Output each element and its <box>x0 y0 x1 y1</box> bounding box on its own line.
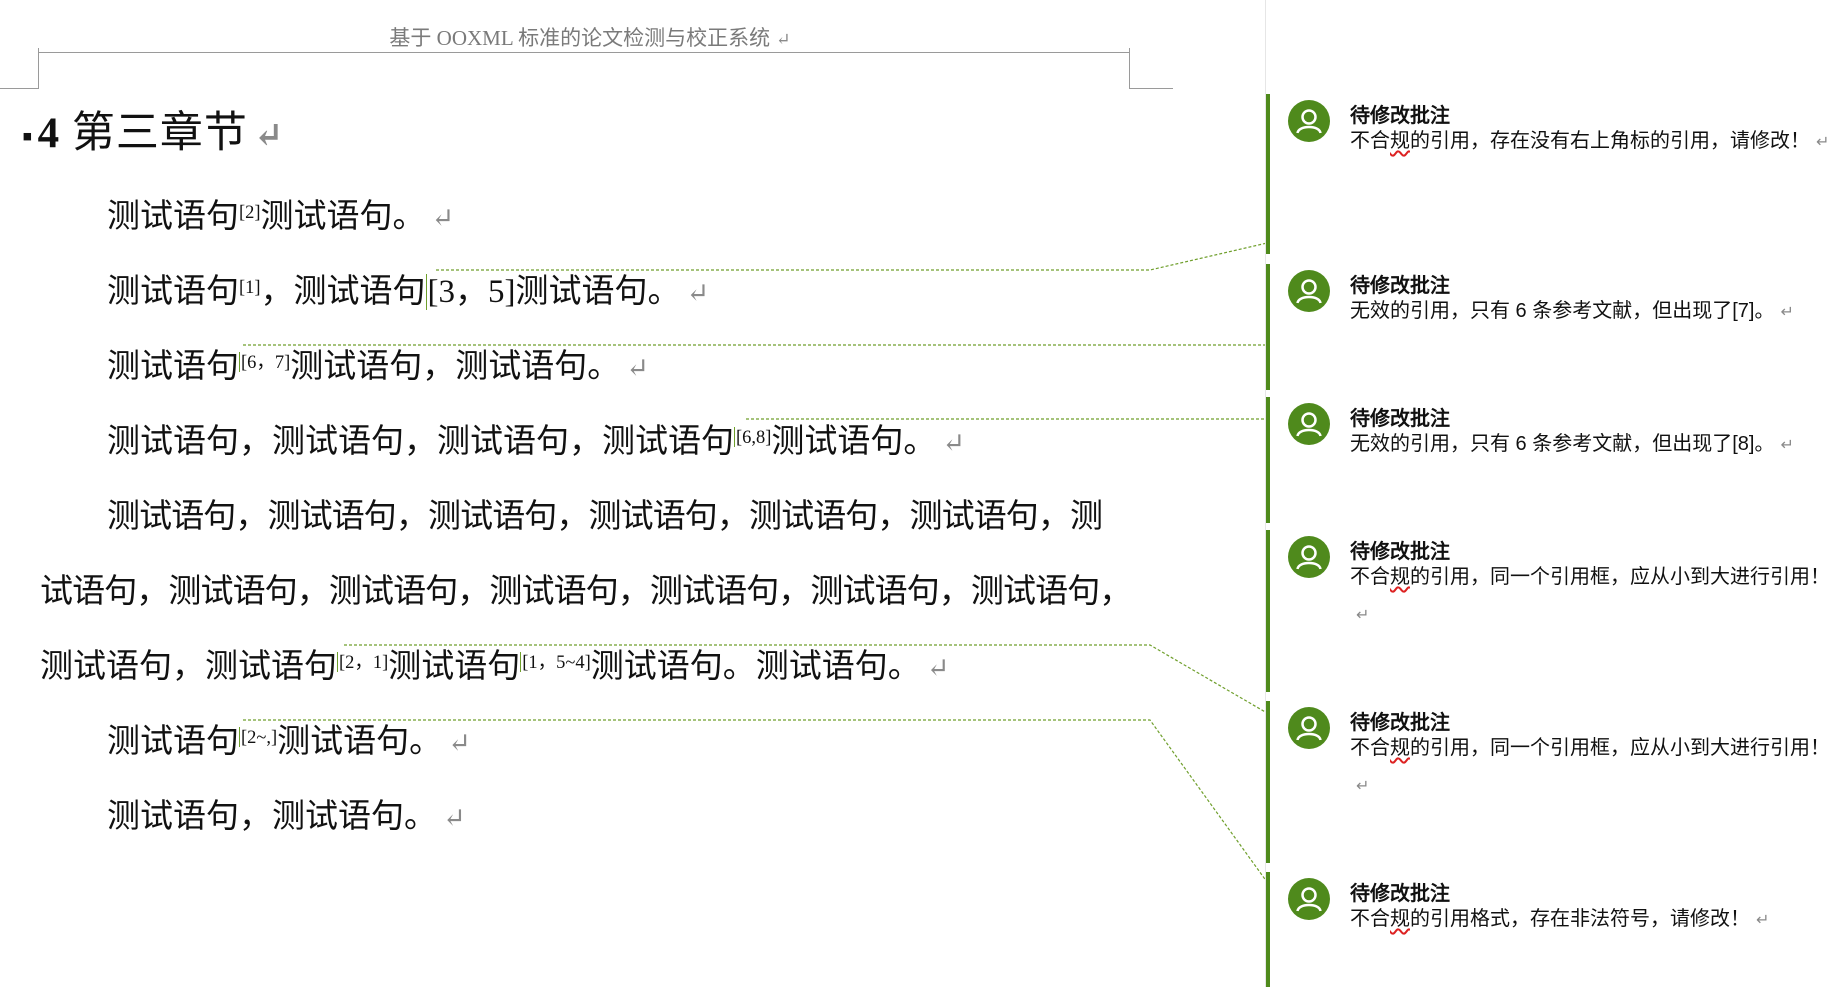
comment-card[interactable]: 待修改批注 不合规的引用，存在没有右上角标的引用，请修改！ ↵ <box>1266 94 1844 254</box>
paragraph-mark-icon: ↵ <box>942 428 966 458</box>
crop-mark-right-vertical <box>1129 48 1130 88</box>
comment-text-run: 不合 <box>1350 908 1390 930</box>
chapter-heading[interactable]: ▪4 第三章节 ↵ <box>22 98 284 160</box>
spellcheck-squiggle: 规 <box>1390 130 1410 152</box>
user-avatar-icon <box>1288 403 1330 445</box>
text-run: 测试语句 <box>107 724 239 760</box>
comment-text-run: 不合 <box>1350 737 1390 759</box>
text-run: 测试语句 <box>388 649 521 685</box>
comment-card[interactable]: 待修改批注 不合规的引用，同一个引用框，应从小到大进行引用！↵ <box>1266 701 1844 863</box>
crop-mark-right-horizontal <box>1129 88 1173 89</box>
paragraph-mark-icon: ↵ <box>1356 607 1370 624</box>
body-line-7[interactable]: 测试语句，测试语句 [2，1]测试语句 [1，5~4]测试语句。测试语句。 ↵ <box>40 647 949 688</box>
text-run: 测试语句，测试语句。 <box>107 799 437 835</box>
text-run: 测试语句。 <box>277 724 443 760</box>
paragraph-mark-icon: ↵ <box>1756 912 1770 929</box>
comment-text[interactable]: 不合规的引用格式，存在非法符号，请修改！ ↵ <box>1350 901 1835 939</box>
comments-pane[interactable]: 待修改批注 不合规的引用，存在没有右上角标的引用，请修改！ ↵ 待修改批注 无效的… <box>1265 0 1844 987</box>
text-run: 测试语句。测试语句。 <box>590 649 921 685</box>
heading-number: 4 <box>37 110 61 157</box>
paragraph-mark-icon: ↵ <box>926 653 950 683</box>
commented-citation-superscript[interactable]: [6,8] <box>734 427 772 448</box>
crop-mark-left-vertical <box>38 48 39 88</box>
comment-text[interactable]: 不合规的引用，同一个引用框，应从小到大进行引用！ ↵ <box>1350 559 1835 634</box>
text-run: 测试语句，测试语句，测试语句，测试语句 <box>107 424 734 460</box>
text-run: 试语句，测试语句，测试语句，测试语句，测试语句，测试语句，测试语句， <box>40 574 1132 610</box>
citation-superscript: [2] <box>239 202 261 223</box>
comment-text-run: 的引用格式，存在非法符号，请修改！ <box>1410 908 1750 930</box>
text-run: 测试语句 <box>107 274 239 310</box>
body-line-5[interactable]: 测试语句，测试语句，测试语句，测试语句，测试语句，测试语句，测 <box>107 497 1103 537</box>
comment-text[interactable]: 无效的引用，只有 6 条参考文献，但出现了[7]。 ↵ <box>1350 293 1844 331</box>
user-avatar-icon <box>1288 100 1330 142</box>
heading-title: 第三章节 <box>71 110 248 157</box>
body-line-6[interactable]: 试语句，测试语句，测试语句，测试语句，测试语句，测试语句，测试语句， <box>40 572 1132 612</box>
comment-text-run: 不合 <box>1350 566 1390 588</box>
paragraph-mark-icon: ↵ <box>1816 134 1830 151</box>
body-line-4[interactable]: 测试语句，测试语句，测试语句，测试语句 [6,8]测试语句。 ↵ <box>107 422 965 463</box>
commented-citation-superscript[interactable]: [2，1] <box>337 652 389 673</box>
commented-citation-superscript[interactable]: [6，7] <box>239 352 291 373</box>
paragraph-mark-icon: ↵ <box>431 203 455 233</box>
paragraph-mark-icon: ↵ <box>1780 304 1794 321</box>
text-run: 测试语句。 <box>260 199 426 235</box>
header-border-line <box>38 52 1130 53</box>
comment-card[interactable]: 待修改批注 不合规的引用格式，存在非法符号，请修改！ ↵ <box>1266 872 1844 987</box>
body-line-1[interactable]: 测试语句[2]测试语句。 ↵ <box>107 197 454 238</box>
text-run: 测试语句。 <box>771 424 937 460</box>
user-avatar-icon <box>1288 878 1330 920</box>
page-header: 基于 OOXML 标准的论文检测与校正系统 ↵ <box>0 22 1180 52</box>
user-avatar-icon <box>1288 536 1330 578</box>
body-line-3[interactable]: 测试语句 [6，7]测试语句，测试语句。 ↵ <box>107 347 649 388</box>
text-run: 测试语句 <box>107 199 239 235</box>
spellcheck-squiggle: 规 <box>1390 737 1410 759</box>
comment-card[interactable]: 待修改批注 无效的引用，只有 6 条参考文献，但出现了[8]。 ↵ <box>1266 397 1844 523</box>
body-line-2[interactable]: 测试语句[1]，测试语句[3，5]测试语句。 ↵ <box>107 272 709 313</box>
comment-text-run: 无效的引用，只有 6 条参考文献，但出现了[7]。 <box>1350 300 1775 322</box>
comment-text-run: 无效的引用，只有 6 条参考文献，但出现了[8]。 <box>1350 433 1775 455</box>
body-line-8[interactable]: 测试语句 [2~,]测试语句。 ↵ <box>107 722 471 763</box>
text-run: 测试语句，测试语句 <box>40 649 337 685</box>
comment-text[interactable]: 不合规的引用，同一个引用框，应从小到大进行引用！ ↵ <box>1350 730 1835 805</box>
user-avatar-icon <box>1288 270 1330 312</box>
paragraph-mark-icon: ↵ <box>626 353 649 383</box>
comment-card[interactable]: 待修改批注 不合规的引用，同一个引用框，应从小到大进行引用！↵ <box>1266 530 1844 692</box>
citation-superscript: [1] <box>239 277 261 298</box>
paragraph-mark-icon: ↵ <box>443 803 466 833</box>
comment-text[interactable]: 无效的引用，只有 6 条参考文献，但出现了[8]。 ↵ <box>1350 426 1844 464</box>
comment-text-run: 的引用，存在没有右上角标的引用，请修改！ <box>1410 130 1810 152</box>
user-avatar-icon <box>1288 707 1330 749</box>
comment-card[interactable]: 待修改批注 无效的引用，只有 6 条参考文献，但出现了[7]。 ↵ <box>1266 264 1844 390</box>
commented-citation-inline[interactable]: [3，5] <box>425 274 516 310</box>
text-run: 测试语句，测试语句，测试语句，测试语句，测试语句，测试语句，测 <box>107 499 1103 535</box>
comment-text-run: 不合 <box>1350 130 1390 152</box>
document-page[interactable]: 基于 OOXML 标准的论文检测与校正系统 ↵ ▪4 第三章节 ↵ 测试语句[2]测… <box>0 0 1264 987</box>
comment-text[interactable]: 不合规的引用，存在没有右上角标的引用，请修改！ ↵ <box>1350 123 1835 161</box>
paragraph-mark-icon: ↵ <box>686 278 710 308</box>
spellcheck-squiggle: 规 <box>1390 908 1410 930</box>
header-text: 基于 OOXML 标准的论文检测与校正系统 <box>389 26 771 50</box>
heading-bullet-icon: ▪ <box>22 120 34 154</box>
body-line-9[interactable]: 测试语句，测试语句。 ↵ <box>107 797 466 838</box>
commented-citation-superscript[interactable]: [1，5~4] <box>520 652 591 673</box>
text-run: 测试语句 <box>107 349 239 385</box>
spellcheck-squiggle: 规 <box>1390 566 1410 588</box>
paragraph-mark-icon: ↵ <box>253 116 285 155</box>
text-run: 测试语句，测试语句。 <box>290 349 621 385</box>
comment-text-run: 的引用，同一个引用框，应从小到大进行引用！ <box>1410 737 1830 759</box>
text-run: 测试语句。 <box>515 274 681 310</box>
commented-citation-superscript[interactable]: [2~,] <box>239 727 278 748</box>
paragraph-mark-icon: ↵ <box>776 30 791 49</box>
paragraph-mark-icon: ↵ <box>1780 437 1794 454</box>
paragraph-mark-icon: ↵ <box>1356 778 1370 795</box>
text-run: ，测试语句 <box>260 274 426 310</box>
crop-mark-left-horizontal <box>0 88 39 89</box>
comment-text-run: 的引用，同一个引用框，应从小到大进行引用！ <box>1410 566 1830 588</box>
paragraph-mark-icon: ↵ <box>448 728 471 758</box>
